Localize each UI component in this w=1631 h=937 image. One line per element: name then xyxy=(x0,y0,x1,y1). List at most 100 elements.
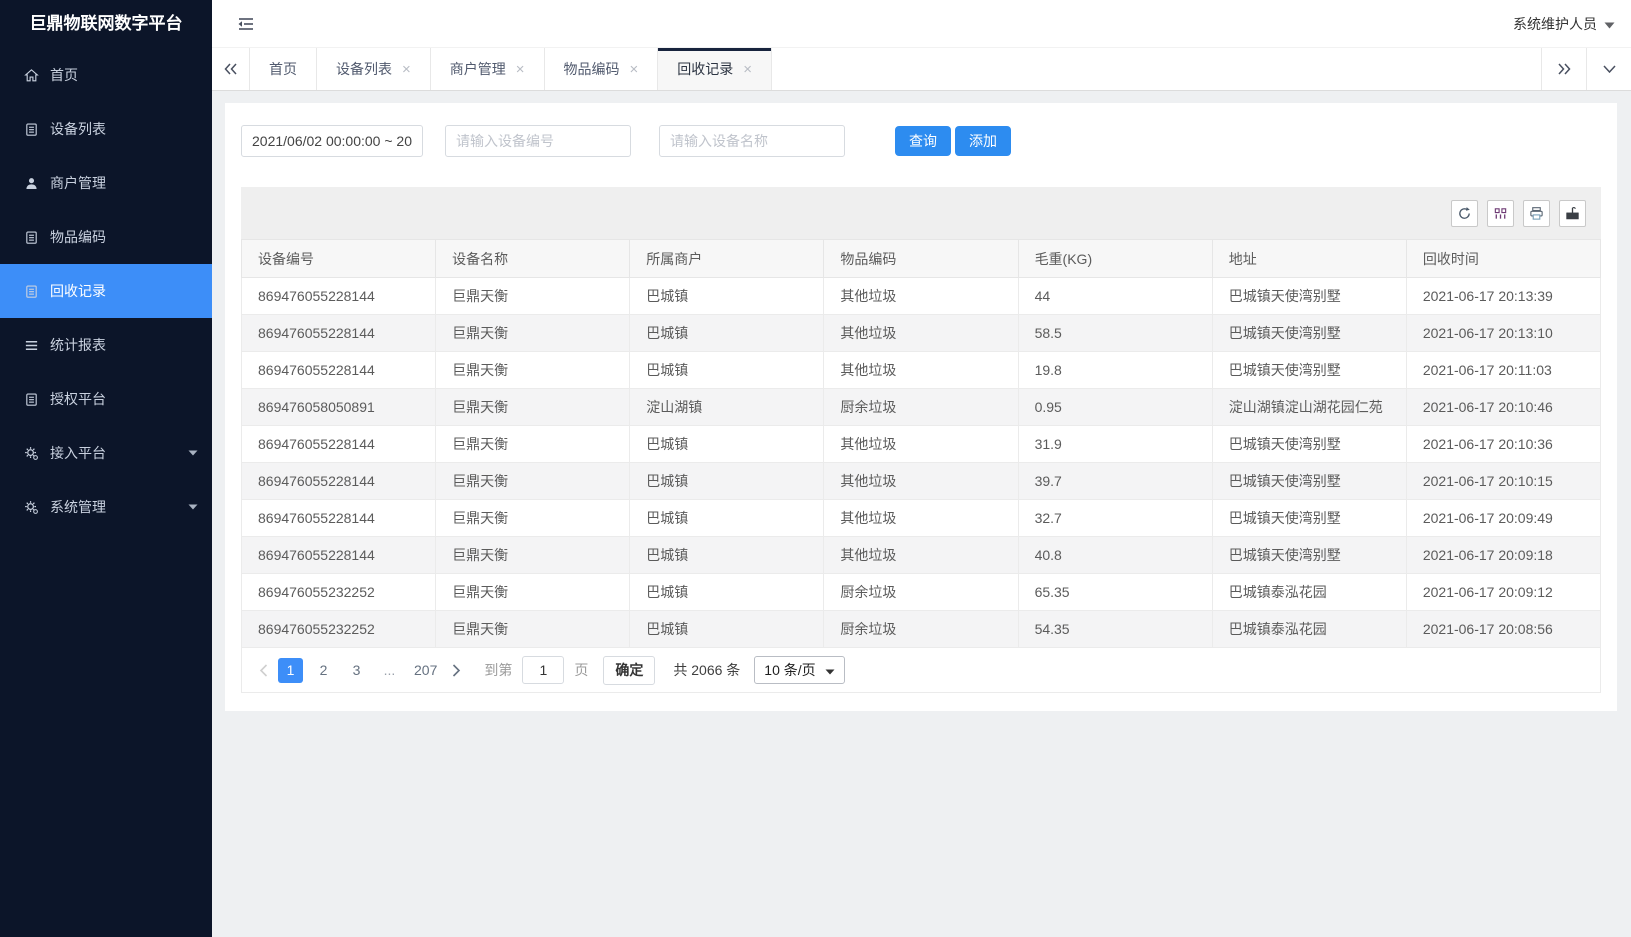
query-button[interactable]: 查询 xyxy=(895,126,951,156)
device-name-input[interactable] xyxy=(659,125,845,157)
page-background: 查询 添加 设备编号设备名称所属商户物品编码毛重(KG)地址回收时间 86947… xyxy=(212,91,1631,937)
tab-label: 首页 xyxy=(269,59,297,79)
table-row[interactable]: 869476058050891巨鼎天衡淀山湖镇厨余垃圾0.95淀山湖镇淀山湖花园… xyxy=(242,389,1601,426)
table-cell: 2021-06-17 20:09:12 xyxy=(1406,574,1600,611)
tabs-scroll-right-icon[interactable] xyxy=(1541,48,1586,90)
table-cell: 58.5 xyxy=(1018,315,1212,352)
sidebar-item-merchant-mgmt[interactable]: 商户管理 xyxy=(0,156,212,210)
goto-page-input[interactable] xyxy=(522,656,564,684)
sidebar-item-home[interactable]: 首页 xyxy=(0,48,212,102)
table-cell: 巨鼎天衡 xyxy=(436,315,630,352)
table-row[interactable]: 869476055228144巨鼎天衡巴城镇其他垃圾40.8巴城镇天使湾别墅20… xyxy=(242,537,1601,574)
device-code-input[interactable] xyxy=(445,125,631,157)
table-cell: 巨鼎天衡 xyxy=(436,574,630,611)
page-ellipsis: ... xyxy=(377,658,402,683)
sidebar-item-access-platform[interactable]: 接入平台 xyxy=(0,426,212,480)
app-title: 巨鼎物联网数字平台 xyxy=(0,0,212,48)
tab-merchant-mgmt[interactable]: 商户管理× xyxy=(431,48,545,90)
table-cell: 巨鼎天衡 xyxy=(436,352,630,389)
total-count-label: 共 2066 条 xyxy=(673,660,740,680)
table-row[interactable]: 869476055232252巨鼎天衡巴城镇厨余垃圾65.35巴城镇泰泓花园20… xyxy=(242,574,1601,611)
sidebar-item-recycle-records[interactable]: 回收记录 xyxy=(0,264,212,318)
tab-recycle-records[interactable]: 回收记录× xyxy=(658,48,772,90)
table-cell: 巴城镇 xyxy=(630,537,824,574)
table-cell: 869476055228144 xyxy=(242,463,436,500)
table-cell: 巴城镇天使湾别墅 xyxy=(1212,537,1406,574)
table-cell: 2021-06-17 20:10:46 xyxy=(1406,389,1600,426)
table-cell: 54.35 xyxy=(1018,611,1212,648)
sidebar-item-system-mgmt[interactable]: 系统管理 xyxy=(0,480,212,534)
page-button-3[interactable]: 3 xyxy=(344,658,369,683)
table-cell: 其他垃圾 xyxy=(824,315,1018,352)
table-cell: 2021-06-17 20:10:15 xyxy=(1406,463,1600,500)
refresh-icon xyxy=(1457,206,1472,221)
table-row[interactable]: 869476055232252巨鼎天衡巴城镇厨余垃圾54.35巴城镇泰泓花园20… xyxy=(242,611,1601,648)
table-cell: 巨鼎天衡 xyxy=(436,537,630,574)
export-button[interactable] xyxy=(1559,200,1586,227)
tab-label: 物品编码 xyxy=(564,59,620,79)
table-cell: 869476055228144 xyxy=(242,537,436,574)
print-button[interactable] xyxy=(1523,200,1550,227)
table-row[interactable]: 869476055228144巨鼎天衡巴城镇其他垃圾31.9巴城镇天使湾别墅20… xyxy=(242,426,1601,463)
add-button[interactable]: 添加 xyxy=(955,126,1011,156)
records-grid: 设备编号设备名称所属商户物品编码毛重(KG)地址回收时间 86947605522… xyxy=(241,187,1601,693)
date-range-input[interactable] xyxy=(241,125,423,157)
table-cell: 巴城镇 xyxy=(630,500,824,537)
user-icon xyxy=(24,176,39,191)
page-button-1[interactable]: 1 xyxy=(278,658,303,683)
table-cell: 巴城镇天使湾别墅 xyxy=(1212,463,1406,500)
table-row[interactable]: 869476055228144巨鼎天衡巴城镇其他垃圾39.7巴城镇天使湾别墅20… xyxy=(242,463,1601,500)
column-header: 所属商户 xyxy=(630,240,824,278)
tabs-menu-icon[interactable] xyxy=(1586,48,1631,90)
tabs-scroll-left-icon[interactable] xyxy=(212,48,250,90)
table-cell: 厨余垃圾 xyxy=(824,611,1018,648)
page-size-select[interactable]: 10 条/页 xyxy=(754,656,844,684)
table-cell: 2021-06-17 20:10:36 xyxy=(1406,426,1600,463)
close-icon[interactable]: × xyxy=(743,62,752,77)
next-page-icon[interactable] xyxy=(445,658,467,683)
table-cell: 869476055228144 xyxy=(242,500,436,537)
table-cell: 巴城镇 xyxy=(630,352,824,389)
table-row[interactable]: 869476055228144巨鼎天衡巴城镇其他垃圾44巴城镇天使湾别墅2021… xyxy=(242,278,1601,315)
table-cell: 巨鼎天衡 xyxy=(436,389,630,426)
columns-button[interactable] xyxy=(1487,200,1514,227)
table-cell: 39.7 xyxy=(1018,463,1212,500)
prev-page-icon[interactable] xyxy=(252,658,274,683)
table-cell: 869476055232252 xyxy=(242,611,436,648)
sidebar-item-auth-platform[interactable]: 授权平台 xyxy=(0,372,212,426)
table-cell: 其他垃圾 xyxy=(824,278,1018,315)
close-icon[interactable]: × xyxy=(630,62,639,77)
user-menu[interactable]: 系统维护人员 xyxy=(1513,14,1615,34)
tab-item-code[interactable]: 物品编码 × xyxy=(545,48,659,90)
refresh-button[interactable] xyxy=(1451,200,1478,227)
table-cell: 32.7 xyxy=(1018,500,1212,537)
close-icon[interactable]: × xyxy=(516,62,525,77)
tab-home[interactable]: 首页 xyxy=(250,48,317,90)
table-cell: 其他垃圾 xyxy=(824,500,1018,537)
tab-device-list[interactable]: 设备列表× xyxy=(317,48,431,90)
table-cell: 巴城镇天使湾别墅 xyxy=(1212,315,1406,352)
sidebar-item-label: 设备列表 xyxy=(50,119,106,139)
table-row[interactable]: 869476055228144巨鼎天衡巴城镇其他垃圾58.5巴城镇天使湾别墅20… xyxy=(242,315,1601,352)
main-area: 系统维护人员 首页设备列表×商户管理×物品编码×回收记录× xyxy=(212,0,1631,937)
table-cell: 869476055228144 xyxy=(242,315,436,352)
collapse-sidebar-icon[interactable] xyxy=(237,16,255,32)
sidebar-item-label: 统计报表 xyxy=(50,335,106,355)
sidebar-item-label: 商户管理 xyxy=(50,173,106,193)
sidebar-item-item-code[interactable]: 物品编码 xyxy=(0,210,212,264)
table-cell: 其他垃圾 xyxy=(824,463,1018,500)
column-header: 地址 xyxy=(1212,240,1406,278)
table-row[interactable]: 869476055228144巨鼎天衡巴城镇其他垃圾19.8巴城镇天使湾别墅20… xyxy=(242,352,1601,389)
table-cell: 巴城镇泰泓花园 xyxy=(1212,574,1406,611)
sidebar-item-label: 系统管理 xyxy=(50,497,106,517)
tabbar-spacer xyxy=(772,48,1541,90)
confirm-button[interactable]: 确定 xyxy=(603,656,655,685)
sidebar-item-stats-report[interactable]: 统计报表 xyxy=(0,318,212,372)
table-row[interactable]: 869476055228144巨鼎天衡巴城镇其他垃圾32.7巴城镇天使湾别墅20… xyxy=(242,500,1601,537)
home-icon xyxy=(24,68,39,83)
records-table: 设备编号设备名称所属商户物品编码毛重(KG)地址回收时间 86947605522… xyxy=(241,239,1601,648)
sidebar-item-device-list[interactable]: 设备列表 xyxy=(0,102,212,156)
close-icon[interactable]: × xyxy=(402,62,411,77)
page-button-207[interactable]: 207 xyxy=(410,658,441,683)
page-button-2[interactable]: 2 xyxy=(311,658,336,683)
